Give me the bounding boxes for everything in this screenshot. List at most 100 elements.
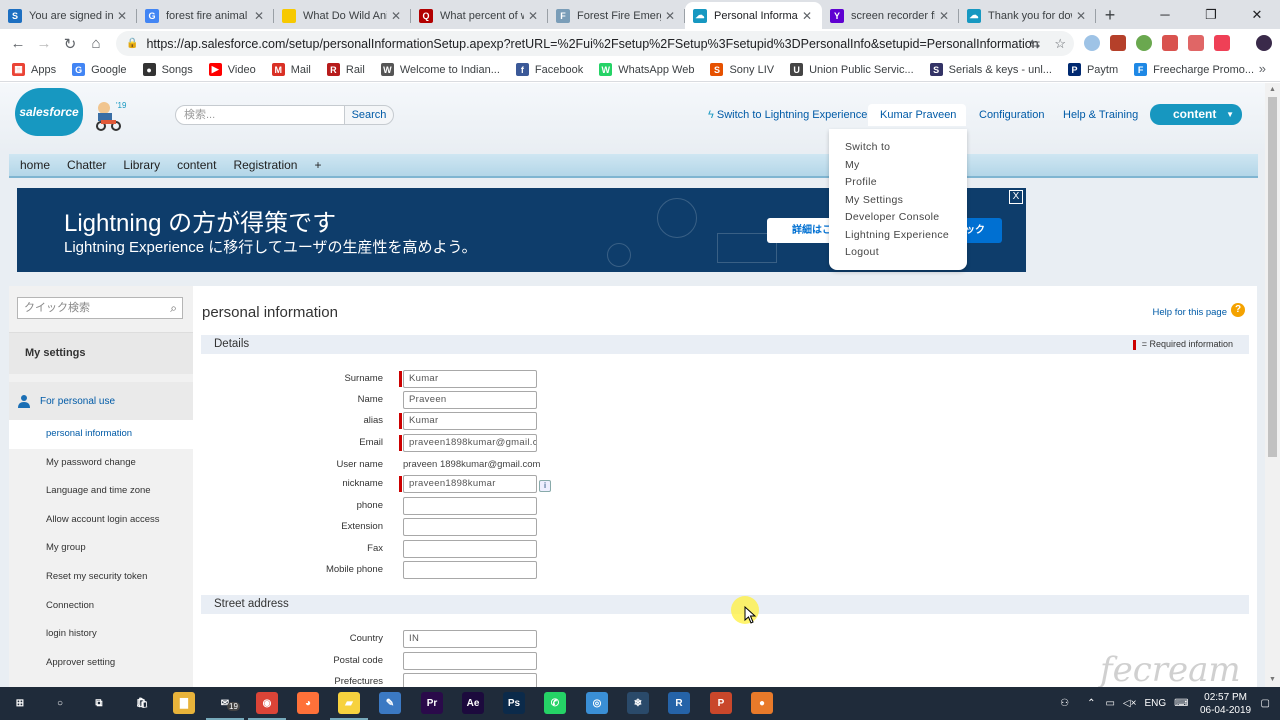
bookmarks-more-icon[interactable]: » <box>1259 61 1266 76</box>
maximize-button[interactable]: ❐ <box>1188 0 1234 29</box>
salesforce-logo[interactable]: salesforce <box>15 88 83 136</box>
user-menu-item[interactable]: Lightning Experience <box>829 229 967 247</box>
scrollbar-thumb[interactable] <box>1268 97 1277 457</box>
bookmark-item[interactable]: ▦ Apps <box>12 63 56 76</box>
profile-avatar[interactable] <box>1256 35 1272 51</box>
r-app-icon[interactable]: R <box>668 692 690 714</box>
firefox-icon[interactable]: ◕ <box>297 692 319 714</box>
powerpoint-icon[interactable]: P <box>710 692 732 714</box>
bookmark-item[interactable]: W Welcome to Indian... <box>380 63 500 76</box>
tab-close-icon[interactable]: ✕ <box>1076 9 1088 23</box>
recorder-icon[interactable]: ● <box>751 692 773 714</box>
browser-tab[interactable]: Gforest fire animal d ✕ <box>137 2 274 29</box>
bookmark-item[interactable]: S Sony LIV <box>710 63 774 76</box>
sf-search-input[interactable]: 検索... <box>175 105 345 125</box>
sidebar-item[interactable]: Reset my security token <box>9 563 193 592</box>
field-input[interactable]: Praveen <box>403 391 537 409</box>
pocket-icon[interactable] <box>1214 35 1230 51</box>
banner-close-button[interactable]: X <box>1009 190 1023 204</box>
extension-icon[interactable] <box>1110 35 1126 51</box>
field-input[interactable] <box>403 497 537 515</box>
field-input[interactable] <box>403 518 537 536</box>
sidebar-item[interactable]: Language and time zone <box>9 477 193 506</box>
field-input[interactable]: Kumar <box>403 370 537 388</box>
user-menu-item[interactable]: Developer Console <box>829 211 967 229</box>
premiere-icon[interactable]: Pr <box>421 692 443 714</box>
tab-close-icon[interactable]: ✕ <box>802 9 814 23</box>
browser-tab[interactable]: What Do Wild Anim ✕ <box>274 2 411 29</box>
sidebar-item[interactable]: Allow account login access <box>9 506 193 535</box>
sf-tab-home[interactable]: home <box>20 158 50 172</box>
field-input[interactable] <box>403 540 537 558</box>
user-menu-item[interactable]: My <box>829 159 967 177</box>
chevron-up-icon[interactable]: ⌃ <box>1087 698 1095 709</box>
app-menu-button[interactable]: content ▼ <box>1150 104 1242 125</box>
new-tab-button[interactable]: + <box>1096 2 1124 29</box>
network-icon[interactable]: ▭ <box>1105 698 1114 709</box>
field-input[interactable] <box>403 561 537 579</box>
chrome-icon[interactable]: ◉ <box>256 692 278 714</box>
bookmark-item[interactable]: U Union Public Servic... <box>790 63 914 76</box>
bookmark-item[interactable]: P Paytm <box>1067 63 1118 76</box>
snow-icon[interactable]: ❄ <box>627 692 649 714</box>
tab-close-icon[interactable]: ✕ <box>939 9 951 23</box>
sf-tab-registration[interactable]: Registration <box>233 158 297 172</box>
tab-close-icon[interactable]: ✕ <box>254 9 266 23</box>
volume-icon[interactable]: ◁× <box>1123 698 1137 709</box>
browser-tab[interactable]: ☁ Personal Informatio ✕ <box>685 2 822 29</box>
configuration-link[interactable]: Configuration <box>979 109 1044 121</box>
task-view-icon[interactable]: ⧉ <box>88 692 110 714</box>
bookmark-item[interactable]: S Serials & keys - unl... <box>929 63 1052 76</box>
people-icon[interactable]: ⚇ <box>1060 698 1069 709</box>
help-question-icon[interactable]: ? <box>1231 303 1245 317</box>
help-training-link[interactable]: Help & Training <box>1063 109 1138 121</box>
paint-icon[interactable]: ✎ <box>379 692 401 714</box>
field-input[interactable]: IN <box>403 630 537 648</box>
bookmark-item[interactable]: ● Songs <box>142 63 193 76</box>
tab-close-icon[interactable]: ✕ <box>665 9 677 23</box>
explorer-icon[interactable]: ▇ <box>173 692 195 714</box>
close-window-button[interactable]: ✕ <box>1234 0 1280 29</box>
address-bar[interactable]: 🔒 https://ap.salesforce.com/setup/person… <box>116 31 1074 56</box>
bookmark-item[interactable]: W WhatsApp Web <box>599 63 694 76</box>
sidebar-item[interactable]: login history <box>9 620 193 649</box>
sf-tab-library[interactable]: Library <box>123 158 160 172</box>
bookmark-item[interactable]: ▶ Video <box>208 63 256 76</box>
sf-search-button[interactable]: Search <box>344 105 394 125</box>
tab-close-icon[interactable]: ✕ <box>117 9 129 23</box>
browser-tab[interactable]: ☁ Thank you for dow ✕ <box>959 2 1096 29</box>
translate-icon[interactable]: ⇆ <box>1029 36 1040 52</box>
back-icon[interactable]: ← <box>5 31 31 57</box>
bookmark-item[interactable]: G Google <box>72 63 127 76</box>
tab-close-icon[interactable]: ✕ <box>391 9 403 23</box>
field-input[interactable]: praveen1898kumar@gmail.c <box>403 434 537 452</box>
browser-tab[interactable]: S You are signed in a ✕ <box>0 2 137 29</box>
all-tabs-plus-icon[interactable]: + <box>314 158 321 172</box>
sidebar-item[interactable]: Approver setting <box>9 649 193 678</box>
user-menu-item[interactable]: My Settings <box>829 194 967 212</box>
scroll-down-icon[interactable]: ▼ <box>1265 673 1280 687</box>
minimize-button[interactable]: ─ <box>1142 0 1188 29</box>
field-input[interactable]: Kumar <box>403 412 537 430</box>
sidebar-section[interactable]: For personal use <box>9 382 193 420</box>
browser-tab[interactable]: Yscreen recorder file ✕ <box>822 2 959 29</box>
bookmark-item[interactable]: f Facebook <box>515 63 583 76</box>
help-link[interactable]: Help for this page <box>1153 307 1227 318</box>
after-effects-icon[interactable]: Ae <box>462 692 484 714</box>
search-icon[interactable]: ○ <box>49 692 71 714</box>
forward-icon[interactable]: → <box>31 31 57 57</box>
user-menu-item[interactable]: Switch to <box>829 141 967 159</box>
sidebar-item[interactable]: My group <box>9 534 193 563</box>
bookmark-item[interactable]: M Mail <box>271 63 311 76</box>
bookmark-item[interactable]: F Freecharge Promo... <box>1134 63 1254 76</box>
switch-lightning-link[interactable]: ϟ Switch to Lightning Experience <box>708 109 867 121</box>
browser-tab[interactable]: F Forest Fire Emerge ✕ <box>548 2 685 29</box>
sf-tab-chatter[interactable]: Chatter <box>67 158 106 172</box>
page-scrollbar[interactable]: ▲ ▼ <box>1265 83 1280 687</box>
sidebar-item[interactable]: personal information <box>9 420 193 449</box>
sidebar-item[interactable]: Connection <box>9 592 193 621</box>
reload-icon[interactable]: ↻ <box>57 31 83 57</box>
field-input[interactable]: praveen1898kumar <box>403 475 537 493</box>
user-menu-item[interactable]: Profile <box>829 176 967 194</box>
photoshop-icon[interactable]: Ps <box>503 692 525 714</box>
